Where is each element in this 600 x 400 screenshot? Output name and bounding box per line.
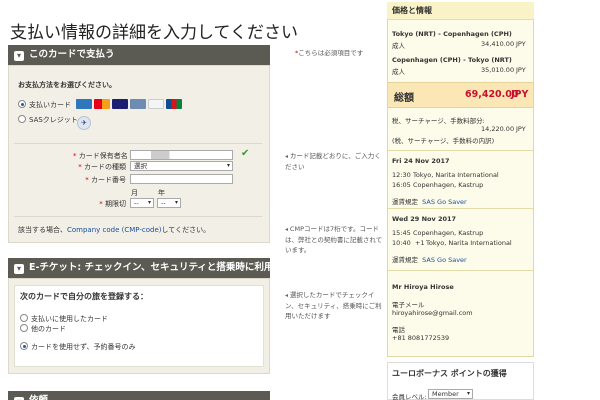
expiry-label: * 期限切 <box>99 200 126 208</box>
option-card[interactable]: 支払いカード <box>18 100 71 110</box>
return-fare: 運賃規定 SAS Go Saver <box>392 256 467 264</box>
holder-input[interactable] <box>130 150 233 160</box>
option-used-card[interactable]: 支払いに使用したカード <box>20 314 108 324</box>
email-label: 電子メール <box>392 301 425 309</box>
hint-card: ◂ カード記載どおりに、ご入力ください <box>285 152 381 171</box>
eticket-section-header[interactable]: ▾ E-チケット: チェックイン、セキュリティと搭乗時に利用します <box>8 258 270 278</box>
page-title: 支払い情報の詳細を入力してください <box>10 23 298 43</box>
total-currency: JPY <box>511 89 529 100</box>
phone-label: 電話 <box>392 326 405 334</box>
divider <box>388 208 533 209</box>
payment-section-header[interactable]: ▾ このカードで支払う <box>8 45 270 65</box>
radio-sas[interactable] <box>18 115 26 123</box>
choose-method-label: お支払方法をお選びください。 <box>18 81 116 89</box>
expiry-year-select[interactable]: -- <box>157 198 181 208</box>
radio-other-card[interactable] <box>20 324 28 332</box>
month-label: 月 <box>131 189 138 197</box>
return-date: Wed 29 Nov 2017 <box>392 215 457 223</box>
return-arr-place: Tokyo, Narita International <box>426 239 512 247</box>
route2-pax: 成人 <box>392 68 405 76</box>
divider <box>14 143 262 144</box>
next-section-header[interactable]: ▾依頼 <box>8 391 270 400</box>
tax-currency: JPY <box>516 125 526 133</box>
mastercard-icon <box>94 99 110 109</box>
fare-rules-link[interactable]: SAS Go Saver <box>422 256 467 264</box>
tax-breakdown-link[interactable]: (税、サーチャージ、手数料の内訳) <box>392 135 494 145</box>
route2: Copenhagen (CPH) - Tokyo (NRT) <box>392 56 512 64</box>
required-note: *こちらは必須項目です <box>295 49 364 57</box>
sas-plane-icon: ✈ <box>77 116 91 130</box>
option-other-card[interactable]: 他のカード <box>20 324 66 334</box>
route1: Tokyo (NRT) - Copenhagen (CPH) <box>392 30 512 38</box>
jcb-icon <box>166 99 182 109</box>
option-sas[interactable]: SASクレジット <box>18 115 78 125</box>
return-dep-time: 15:45 <box>392 229 411 237</box>
outbound-dep-time: 12:30 <box>392 171 411 179</box>
register-title: 次のカードで自分の旅を登録する： <box>20 292 148 301</box>
eurobonus-header: ユーロボーナス ポイントの獲得 <box>392 369 507 378</box>
summary-header: 価格と情報 <box>387 2 534 20</box>
return-arr-time: 10:40 <box>392 239 411 247</box>
radio-card[interactable] <box>18 100 26 108</box>
option-card-label: 支払いカード <box>29 101 71 109</box>
route1-pax: 成人 <box>392 42 405 50</box>
route1-price: 34,410.00 <box>481 40 515 48</box>
company-code-text: 該当する場合、Company code (CMP-code)してください。 <box>18 226 211 234</box>
divider <box>388 270 533 271</box>
outbound-arr-time: 16:05 <box>392 181 411 189</box>
card-number-label: * カード番号 <box>85 176 126 184</box>
tax-value: 14,220.00 <box>481 125 515 133</box>
year-label: 年 <box>158 189 165 197</box>
passenger-name: Mr Hiroya Hirose <box>392 283 454 291</box>
option-no-card[interactable]: カードを使用せず、予約番号のみ <box>20 342 136 352</box>
tax-label: 税、サーチャージ、手数料部分: <box>392 117 485 125</box>
outbound-date: Fri 24 Nov 2017 <box>392 157 450 165</box>
hint-eticket: ◂ 選択したカードでチェックイン、セキュリティ、搭乗時にご利用いただけます <box>285 291 382 320</box>
amex-icon <box>76 99 92 109</box>
email-value: hiroyahirose@gmail.com <box>392 309 473 317</box>
return-arr-plus: +1 <box>415 239 425 247</box>
card-logos <box>76 99 184 109</box>
chevron-down-icon: ▾ <box>14 264 24 274</box>
route1-currency: JPY <box>516 40 526 48</box>
card-type-label: * カードの種類 <box>78 163 126 171</box>
diners-icon <box>130 99 146 109</box>
holder-label: * カード保有者名 <box>73 152 128 160</box>
route2-price: 35,010.00 <box>481 66 515 74</box>
member-level-label: 会員レベル: <box>392 393 427 400</box>
outbound-fare: 運賃規定 SAS Go Saver <box>392 198 467 206</box>
total-label: 総額 <box>394 93 414 104</box>
radio-used-card[interactable] <box>20 314 28 322</box>
outbound-dep-place: Tokyo, Narita International <box>413 171 499 179</box>
hint-cmp: ◂ CMPコードは7桁です。コードは、弊社との契約書に記載されています。 <box>285 225 383 254</box>
check-icon: ✔ <box>241 148 250 159</box>
phone-value: +81 8081772539 <box>392 334 450 342</box>
visa-icon <box>112 99 128 109</box>
divider <box>388 150 533 151</box>
expiry-month-select[interactable]: -- <box>130 198 154 208</box>
return-dep-place: Copenhagen, Kastrup <box>413 229 484 237</box>
route2-currency: JPY <box>516 66 526 74</box>
card-type-select[interactable]: 選択 <box>130 161 233 171</box>
radio-no-card[interactable] <box>20 342 28 350</box>
eticket-header-label: E-チケット: チェックイン、セキュリティと搭乗時に利用します <box>29 262 270 273</box>
member-level-select[interactable]: Member <box>428 389 473 399</box>
fare-rules-link[interactable]: SAS Go Saver <box>422 198 467 206</box>
card-number-input[interactable] <box>130 174 233 184</box>
outbound-arr-place: Copenhagen, Kastrup <box>413 181 484 189</box>
chevron-down-icon: ▾ <box>14 51 24 61</box>
option-sas-label: SASクレジット <box>29 116 78 124</box>
discover-icon <box>148 99 164 109</box>
divider <box>14 216 262 217</box>
payment-header-label: このカードで支払う <box>29 49 115 60</box>
company-code-link[interactable]: Company code (CMP-code) <box>67 226 162 234</box>
